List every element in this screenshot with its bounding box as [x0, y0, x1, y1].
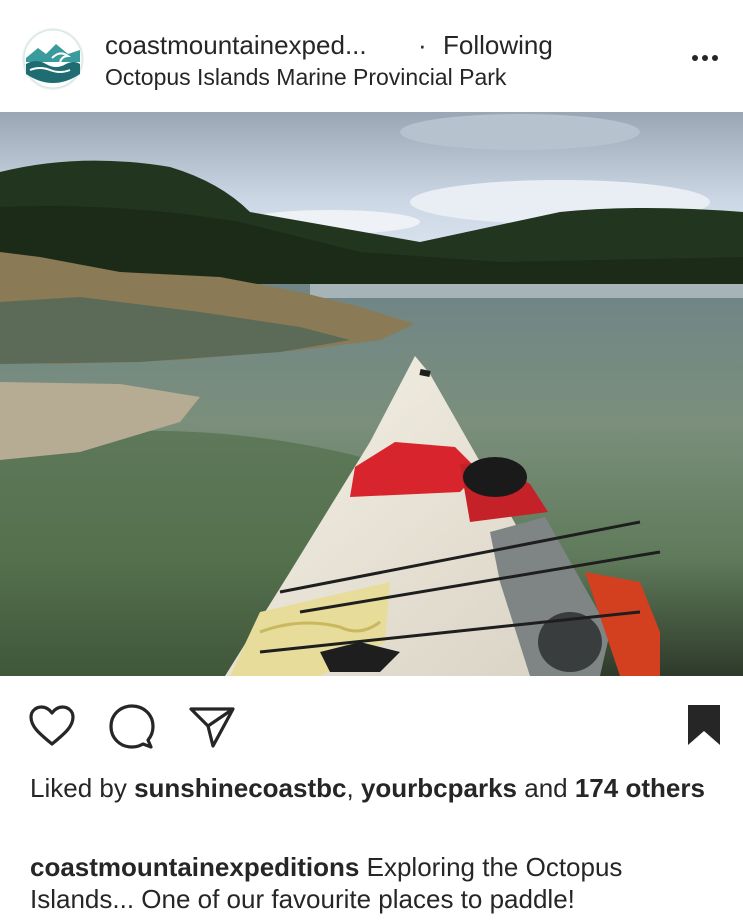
- following-button[interactable]: Following: [443, 30, 553, 61]
- post-username[interactable]: coastmountainexped...: [105, 30, 367, 61]
- liker-username[interactable]: yourbcparks: [361, 773, 517, 803]
- post-header: coastmountainexped... · Following Octopu…: [0, 0, 743, 112]
- liker-username[interactable]: sunshinecoastbc: [134, 773, 346, 803]
- comment-button[interactable]: [108, 702, 156, 750]
- likes-others-link[interactable]: 174 others: [575, 773, 705, 803]
- separator-dot: ·: [418, 30, 427, 60]
- save-button[interactable]: [686, 703, 722, 747]
- avatar[interactable]: [22, 28, 84, 90]
- wave-logo-icon: [22, 28, 84, 90]
- more-options-button[interactable]: [690, 50, 720, 66]
- comment-icon: [109, 704, 155, 749]
- likes-comma: ,: [346, 773, 361, 803]
- bookmark-filled-icon: [688, 705, 720, 745]
- likes-and: and: [517, 773, 575, 803]
- paper-plane-icon: [189, 707, 235, 748]
- caption-author[interactable]: coastmountainexpeditions: [30, 852, 359, 882]
- kayak-photo: [0, 112, 743, 676]
- post-actions: [0, 676, 743, 772]
- share-button[interactable]: [188, 704, 236, 748]
- likes-prefix: Liked by: [30, 773, 135, 803]
- likes-summary: Liked by sunshinecoastbc, yourbcparks an…: [30, 772, 720, 804]
- heart-icon: [29, 705, 75, 746]
- like-button[interactable]: [28, 704, 76, 748]
- post-location[interactable]: Octopus Islands Marine Provincial Park: [105, 64, 506, 91]
- more-dots-icon: [692, 55, 718, 61]
- post-caption: coastmountainexpeditions Exploring the O…: [30, 851, 720, 915]
- post-photo[interactable]: [0, 112, 743, 676]
